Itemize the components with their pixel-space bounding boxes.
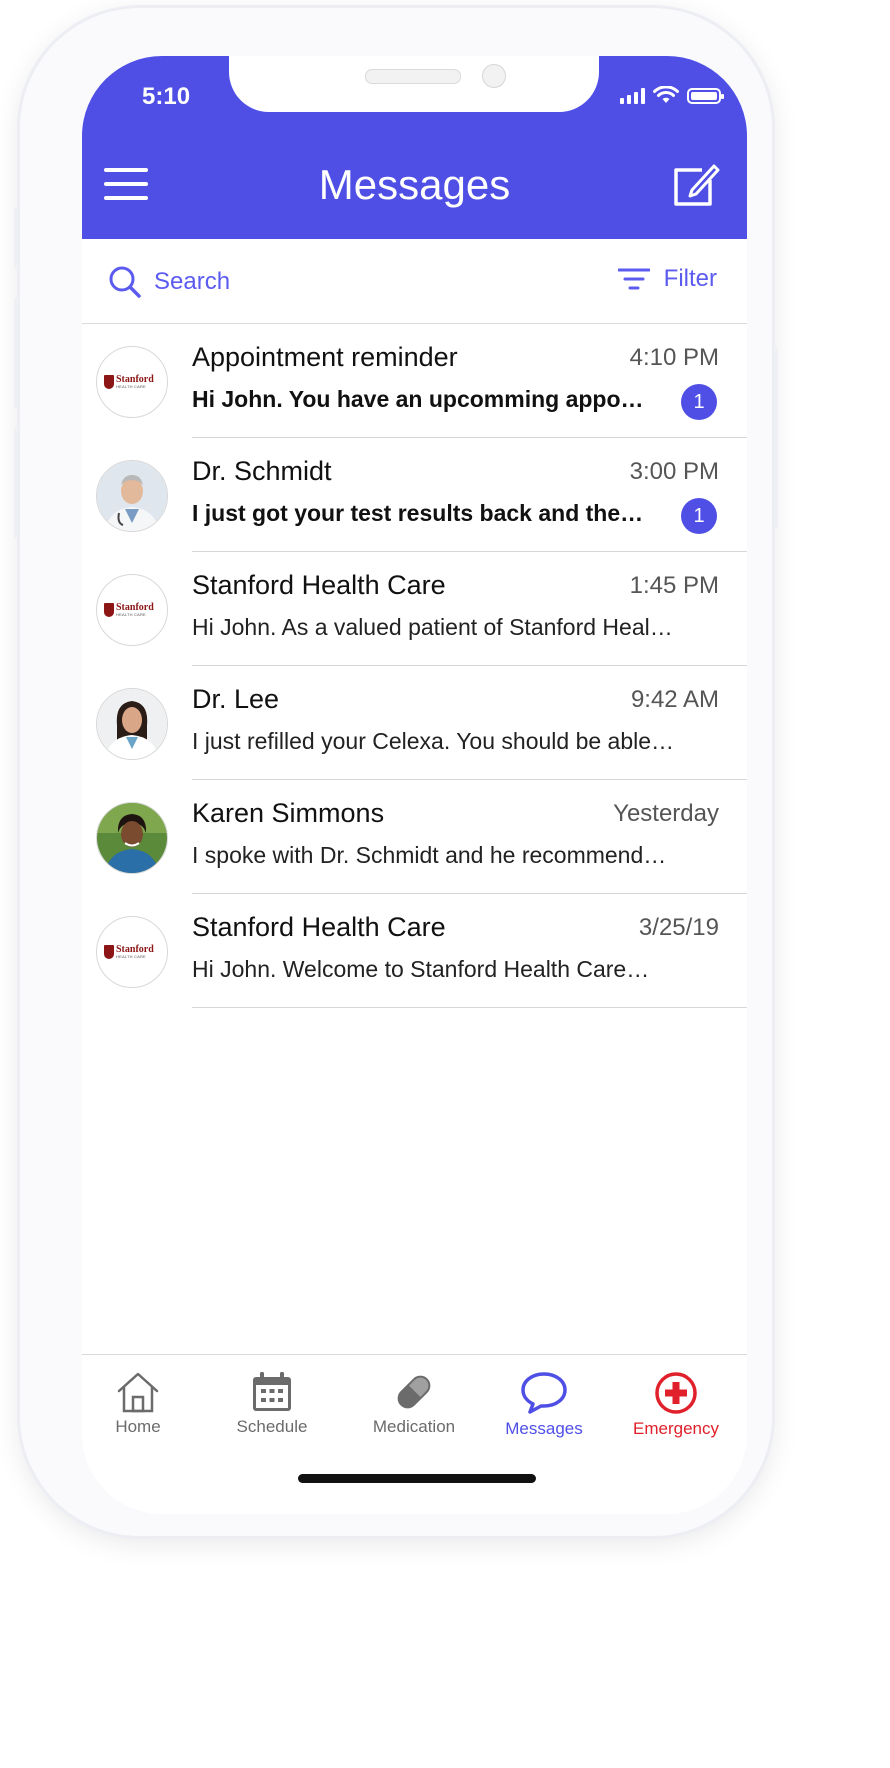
- unread-badge: 1: [681, 384, 717, 420]
- status-icons: [620, 86, 724, 104]
- search-icon: [109, 266, 141, 298]
- message-time: 9:42 AM: [630, 686, 719, 713]
- tab-label: Schedule: [236, 1417, 308, 1436]
- sender-name: Dr. Schmidt: [192, 456, 332, 486]
- doctor-lee-photo: [97, 689, 167, 759]
- tab-emergency[interactable]: Emergency: [616, 1371, 736, 1439]
- message-row[interactable]: Dr. Schmidt 3:00 PM I just got your test…: [82, 438, 747, 552]
- message-preview: Hi John. You have an upcomming appo…: [192, 386, 644, 412]
- stanford-logo-avatar: Stanford HEALTH CARE: [96, 916, 168, 988]
- unread-badge: 1: [681, 498, 717, 534]
- tab-medication[interactable]: Medication: [354, 1371, 474, 1437]
- emergency-cross-icon: [655, 1372, 697, 1414]
- volume-down-button: [14, 428, 18, 538]
- calendar-icon: [253, 1372, 291, 1411]
- message-list: Stanford HEALTH CARE Appointment reminder…: [82, 324, 747, 1008]
- pill-icon: [397, 1375, 431, 1409]
- tab-label: Messages: [505, 1419, 583, 1438]
- message-preview: I spoke with Dr. Schmidt and he recommen…: [192, 842, 667, 868]
- power-button: [774, 348, 778, 528]
- filter-label: Filter: [663, 265, 717, 292]
- battery-icon: [687, 88, 724, 104]
- front-camera: [482, 64, 506, 88]
- tab-label: Emergency: [633, 1419, 719, 1438]
- status-time: 5:10: [142, 83, 191, 110]
- volume-up-button: [14, 298, 18, 408]
- doctor-avatar: [96, 460, 168, 532]
- notch: [229, 56, 599, 112]
- doctor-schmidt-photo: [97, 461, 167, 531]
- message-preview: I just got your test results back and th…: [192, 500, 644, 526]
- tab-messages[interactable]: Messages: [484, 1371, 604, 1439]
- message-time: 3/25/19: [638, 914, 719, 941]
- stanford-logo-avatar: Stanford HEALTH CARE: [96, 574, 168, 646]
- karen-simmons-photo: [97, 803, 167, 873]
- sender-name: Stanford Health Care: [192, 570, 446, 600]
- wifi-icon: [653, 86, 679, 103]
- sender-name: Stanford Health Care: [192, 912, 446, 942]
- message-time: 1:45 PM: [629, 572, 719, 599]
- tab-label: Home: [115, 1417, 161, 1436]
- screen: 5:10 Messages Search Filter Stanford HEA…: [82, 56, 747, 1514]
- tab-label: Medication: [372, 1417, 456, 1436]
- sender-name: Dr. Lee: [192, 684, 280, 714]
- stanford-logo: Stanford HEALTH CARE: [104, 601, 162, 619]
- stanford-logo-avatar: Stanford HEALTH CARE: [96, 346, 168, 418]
- tab-schedule[interactable]: Schedule: [212, 1371, 332, 1437]
- message-preview: Hi John. Welcome to Stanford Health Care…: [192, 956, 650, 982]
- message-row[interactable]: Karen Simmons Yesterday I spoke with Dr.…: [82, 780, 747, 894]
- home-icon: [117, 1372, 159, 1413]
- search-filter-bar: Search Filter: [82, 239, 747, 324]
- nurse-avatar: [96, 802, 168, 874]
- message-row[interactable]: Stanford HEALTH CARE Appointment reminder…: [82, 324, 747, 438]
- filter-button[interactable]: Filter: [617, 265, 717, 293]
- sender-name: Karen Simmons: [192, 798, 385, 828]
- message-row[interactable]: Stanford HEALTH CARE Stanford Health Care…: [82, 894, 747, 1008]
- message-time: 3:00 PM: [629, 458, 719, 485]
- message-row[interactable]: Dr. Lee 9:42 AM I just refilled your Cel…: [82, 666, 747, 780]
- home-indicator[interactable]: [298, 1474, 536, 1483]
- signal-icon: [620, 88, 645, 104]
- tab-home[interactable]: Home: [82, 1371, 198, 1437]
- filter-icon: [617, 268, 650, 290]
- chat-bubble-icon: [521, 1372, 567, 1414]
- bottom-tab-bar: Home Schedule Medication Messages Emerge…: [82, 1354, 747, 1514]
- row-divider: [192, 1007, 747, 1008]
- message-time: 4:10 PM: [629, 344, 719, 371]
- message-preview: Hi John. As a valued patient of Stanford…: [192, 614, 673, 640]
- search-button[interactable]: Search: [108, 265, 230, 299]
- doctor-avatar: [96, 688, 168, 760]
- stanford-logo: Stanford HEALTH CARE: [104, 943, 162, 961]
- app-header: 5:10 Messages: [82, 56, 747, 239]
- search-label: Search: [154, 268, 231, 295]
- phone-frame: 5:10 Messages Search Filter Stanford HEA…: [14, 8, 778, 1536]
- message-time: Yesterday: [613, 800, 719, 827]
- page-title: Messages: [318, 161, 511, 208]
- message-row[interactable]: Stanford HEALTH CARE Stanford Health Care…: [82, 552, 747, 666]
- compose-icon[interactable]: [672, 160, 720, 208]
- speaker-grill: [365, 69, 461, 84]
- mute-switch: [14, 208, 18, 268]
- message-preview: I just refilled your Celexa. You should …: [192, 728, 675, 754]
- sender-name: Appointment reminder: [192, 342, 458, 372]
- stanford-logo: Stanford HEALTH CARE: [104, 373, 162, 391]
